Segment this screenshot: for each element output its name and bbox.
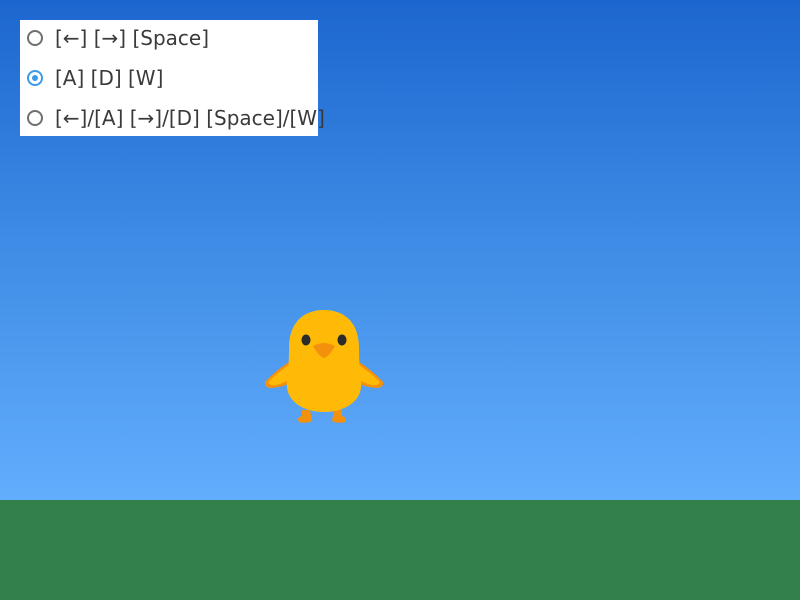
control-option-both[interactable]: [←]/[A] [→]/[D] [Space]/[W] bbox=[27, 103, 325, 133]
chick-character bbox=[264, 310, 384, 423]
control-option-wasd[interactable]: [A] [D] [W] bbox=[27, 63, 163, 93]
control-option-label: [←] [→] [Space] bbox=[55, 26, 209, 50]
radio-button[interactable] bbox=[27, 70, 43, 86]
radio-button[interactable] bbox=[27, 30, 43, 46]
control-option-label: [←]/[A] [→]/[D] [Space]/[W] bbox=[55, 106, 325, 130]
radio-button[interactable] bbox=[27, 110, 43, 126]
ground bbox=[0, 500, 800, 600]
control-option-arrows[interactable]: [←] [→] [Space] bbox=[27, 23, 209, 53]
chick-right-eye bbox=[337, 334, 347, 346]
chick-left-eye bbox=[301, 334, 311, 346]
control-scheme-selector: [←] [→] [Space] [A] [D] [W] [←]/[A] [→]/… bbox=[20, 20, 325, 136]
chick-body bbox=[286, 310, 362, 412]
control-option-label: [A] [D] [W] bbox=[55, 66, 164, 90]
